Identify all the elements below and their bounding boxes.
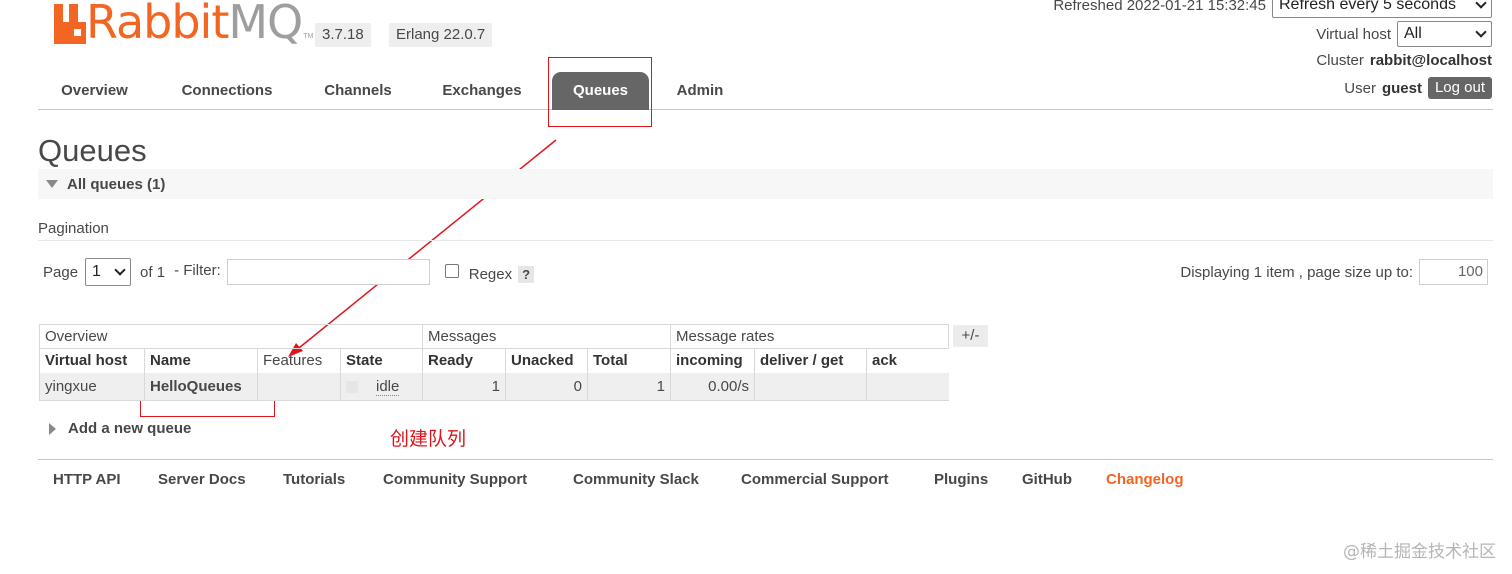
cell-features bbox=[257, 372, 341, 401]
collapse-triangle-icon bbox=[46, 180, 58, 188]
footer-link-http-api[interactable]: HTTP API bbox=[53, 471, 121, 488]
table-row: yingxue HelloQueues idle 1 0 1 0.00/s bbox=[39, 372, 949, 401]
col-ready[interactable]: Ready bbox=[422, 348, 506, 373]
col-deliver-get[interactable]: deliver / get bbox=[754, 348, 867, 373]
displaying-label: Displaying 1 item , page size up to: bbox=[1180, 263, 1413, 281]
footer-link-github[interactable]: GitHub bbox=[1022, 471, 1072, 488]
group-overview: Overview bbox=[39, 324, 423, 349]
cell-state: idle bbox=[340, 372, 423, 401]
filter-input[interactable] bbox=[226, 259, 430, 285]
footer: HTTP API Server Docs Tutorials Community… bbox=[38, 459, 1493, 499]
state-indicator-icon bbox=[346, 380, 358, 393]
group-messages: Messages bbox=[422, 324, 671, 349]
cell-ack bbox=[866, 372, 949, 401]
table-column-header: Virtual host Name Features State Ready U… bbox=[39, 348, 949, 373]
col-unacked[interactable]: Unacked bbox=[505, 348, 588, 373]
annotation-note: 创建队列 bbox=[390, 428, 467, 450]
chevron-down-icon bbox=[114, 263, 126, 276]
page-size-input[interactable]: 100 bbox=[1419, 259, 1488, 285]
regex-help-button[interactable]: ? bbox=[518, 265, 535, 283]
divider bbox=[38, 240, 1493, 241]
watermark: @稀土掘金技术社区 bbox=[1343, 542, 1496, 562]
col-ack[interactable]: ack bbox=[866, 348, 949, 373]
section-title: All queues (1) bbox=[67, 175, 166, 193]
col-features: Features bbox=[257, 348, 341, 373]
cell-unacked: 0 bbox=[505, 372, 588, 401]
footer-link-community-support[interactable]: Community Support bbox=[383, 471, 527, 488]
cell-incoming: 0.00/s bbox=[670, 372, 755, 401]
regex-checkbox[interactable] bbox=[444, 263, 459, 278]
page-size-controls: Displaying 1 item , page size up to: 100 bbox=[1180, 259, 1488, 285]
footer-link-changelog[interactable]: Changelog bbox=[1106, 471, 1184, 488]
queues-table: Overview Messages Message rates Virtual … bbox=[39, 324, 949, 401]
cell-vhost: yingxue bbox=[39, 372, 145, 401]
add-queue-section-header[interactable]: Add a new queue bbox=[49, 420, 191, 437]
group-message-rates: Message rates bbox=[670, 324, 949, 349]
footer-link-community-slack[interactable]: Community Slack bbox=[573, 471, 699, 488]
cell-ready: 1 bbox=[422, 372, 506, 401]
add-queue-label: Add a new queue bbox=[68, 420, 192, 437]
pagination-controls: Page 1 of 1 - Filter: Regex ? bbox=[43, 258, 535, 286]
columns-toggle-button[interactable]: +/- bbox=[953, 325, 988, 347]
page-select[interactable]: 1 bbox=[85, 258, 132, 286]
table-group-header: Overview Messages Message rates bbox=[39, 324, 949, 349]
col-name[interactable]: Name bbox=[144, 348, 258, 373]
footer-link-server-docs[interactable]: Server Docs bbox=[158, 471, 246, 488]
queue-name-link[interactable]: HelloQueues bbox=[150, 378, 242, 395]
footer-link-plugins[interactable]: Plugins bbox=[934, 471, 988, 488]
pagination-label: Pagination bbox=[38, 220, 109, 237]
col-virtual-host[interactable]: Virtual host bbox=[39, 348, 145, 373]
filter-label: - Filter: bbox=[174, 261, 221, 279]
cell-total: 1 bbox=[587, 372, 671, 401]
cell-queue-name: HelloQueues bbox=[144, 372, 258, 401]
page-count: of 1 bbox=[140, 263, 166, 281]
footer-link-tutorials[interactable]: Tutorials bbox=[283, 471, 345, 488]
col-incoming[interactable]: incoming bbox=[670, 348, 755, 373]
page-select-value: 1 bbox=[92, 263, 101, 280]
col-state[interactable]: State bbox=[340, 348, 423, 373]
expand-triangle-icon bbox=[49, 422, 56, 435]
page-title: Queues bbox=[38, 133, 147, 168]
footer-link-commercial-support[interactable]: Commercial Support bbox=[741, 471, 889, 488]
col-total[interactable]: Total bbox=[587, 348, 671, 373]
cell-deliver-get bbox=[754, 372, 867, 401]
state-value: idle bbox=[376, 377, 400, 396]
page-label: Page bbox=[43, 263, 79, 281]
regex-label: Regex bbox=[468, 265, 513, 283]
all-queues-section-header[interactable]: All queues (1) bbox=[38, 169, 1493, 199]
